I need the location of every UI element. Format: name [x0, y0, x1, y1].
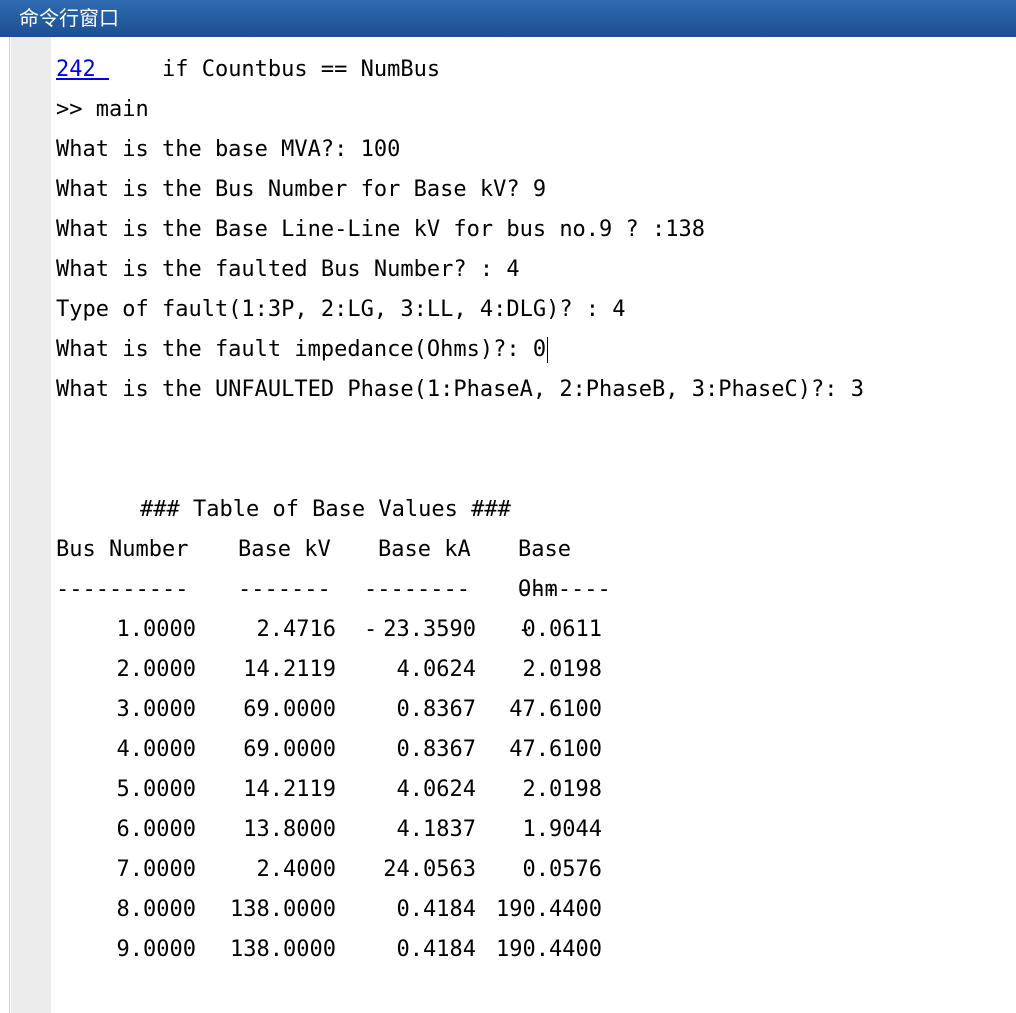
console-output[interactable]: 242 if Countbus == NumBus >> main What i…	[56, 50, 1006, 970]
cell-bus-number: 7.0000	[116, 857, 196, 882]
cell-bus-number: 5.0000	[116, 777, 196, 802]
separator-2: -------	[238, 577, 331, 602]
header-bus-number: Bus Number	[56, 537, 189, 562]
cell-base-kv: 138.0000	[230, 937, 336, 962]
window-title: 命令行窗口	[0, 0, 1016, 37]
table-row: 3.0000 69.0000 0.8367 47.6100	[56, 690, 1006, 730]
cell-bus-number: 9.0000	[116, 937, 196, 962]
unfaulted-line: What is the UNFAULTED Phase(1:PhaseA, 2:…	[56, 377, 864, 402]
cell-base-ohm: 0.0611	[522, 617, 602, 642]
console-output-line: What is the base MVA?: 100	[56, 137, 401, 162]
table-row: 6.0000 13.8000 4.1837 1.9044	[56, 810, 1006, 850]
cell-base-kv: 138.0000	[230, 897, 336, 922]
impedance-line: What is the fault impedance(Ohms)?: 0	[56, 330, 1006, 370]
cell-base-ohm: 47.6100	[509, 697, 602, 722]
cell-bus-number: 6.0000	[116, 817, 196, 842]
cell-base-ka: 4.0624	[396, 657, 476, 682]
cell-base-ohm: 0.0576	[522, 857, 602, 882]
previous-code-line: 242 if Countbus == NumBus	[56, 50, 1006, 90]
console-output-line: Type of fault(1:3P, 2:LG, 3:LL, 4:DLG)? …	[56, 297, 626, 322]
cell-base-ohm: 190.4400	[496, 937, 602, 962]
console-output-line: What is the Base Line-Line kV for bus no…	[56, 217, 706, 242]
cell-base-kv: 69.0000	[243, 697, 336, 722]
table-body: 1.0000 2.4716 23.3590 0.0611 2.0000 14.2119 4.…	[56, 610, 1006, 970]
cell-base-ka: 4.0624	[396, 777, 476, 802]
header-base-ka: Base kA	[378, 537, 471, 562]
cell-base-kv: 14.2119	[243, 657, 336, 682]
cell-base-ohm: 2.0198	[522, 777, 602, 802]
line-number-link[interactable]: 242	[56, 57, 109, 82]
table-row: 7.0000 2.4000 24.0563 0.0576	[56, 850, 1006, 890]
table-row: 8.0000 138.0000 0.4184 190.4400	[56, 890, 1006, 930]
table-title: ### Table of Base Values ###	[140, 497, 511, 522]
cell-base-ohm: 2.0198	[522, 657, 602, 682]
cell-base-ka: 0.4184	[396, 897, 476, 922]
table-row: 9.0000 138.0000 0.4184 190.4400	[56, 930, 1006, 970]
separator-1: ----------	[56, 577, 189, 602]
cell-base-ka: 4.1837	[396, 817, 476, 842]
table-row: 1.0000 2.4716 23.3590 0.0611	[56, 610, 1006, 650]
cell-base-ka: 24.0563	[383, 857, 476, 882]
command-window: 命令行窗口 242 if Countbus == NumBus >> main …	[0, 0, 1016, 1013]
cell-base-ohm: 47.6100	[509, 737, 602, 762]
console-output-line: What is the faulted Bus Number? : 4	[56, 257, 520, 282]
separator-4: --------	[518, 577, 611, 642]
cell-base-ohm: 1.9044	[522, 817, 602, 842]
cell-base-kv: 13.8000	[243, 817, 336, 842]
cell-base-ohm: 190.4400	[496, 897, 602, 922]
cell-base-kv: 2.4716	[256, 617, 336, 642]
table-row: 2.0000 14.2119 4.0624 2.0198	[56, 650, 1006, 690]
table-header-row: Bus Number Base kV Base kA Base Ohm	[56, 530, 1006, 602]
table-row: 5.0000 14.2119 4.0624 2.0198	[56, 770, 1006, 810]
console-gutter	[11, 37, 51, 1013]
impedance-text: What is the fault impedance(Ohms)?: 0	[56, 337, 547, 362]
text-cursor	[547, 337, 549, 363]
blank-space	[56, 410, 1006, 490]
cell-bus-number: 8.0000	[116, 897, 196, 922]
command-text: main	[95, 97, 149, 122]
cell-base-kv: 69.0000	[243, 737, 336, 762]
table-row: 4.0000 69.0000 0.8367 47.6100	[56, 730, 1006, 770]
cell-bus-number: 3.0000	[116, 697, 196, 722]
cell-bus-number: 1.0000	[116, 617, 196, 642]
separator-3: ---------	[364, 577, 470, 642]
cell-base-ka: 0.8367	[396, 737, 476, 762]
cell-base-ka: 0.4184	[396, 937, 476, 962]
header-base-ohm: Base Ohm	[518, 537, 571, 602]
table-separator-row: ---------- ------- --------- --------	[56, 570, 1006, 642]
cell-base-ka: 23.3590	[383, 617, 476, 642]
command-line: >> main	[56, 90, 1006, 130]
header-base-kv: Base kV	[238, 537, 331, 562]
cell-base-kv: 14.2119	[243, 777, 336, 802]
previous-code-text: if Countbus == NumBus	[108, 57, 441, 82]
cell-base-ka: 0.8367	[396, 697, 476, 722]
left-border	[0, 37, 10, 1013]
prompt: >>	[56, 97, 96, 122]
console-output-line: What is the Bus Number for Base kV? 9	[56, 177, 547, 202]
cell-bus-number: 4.0000	[116, 737, 196, 762]
cell-bus-number: 2.0000	[116, 657, 196, 682]
cell-base-kv: 2.4000	[256, 857, 336, 882]
